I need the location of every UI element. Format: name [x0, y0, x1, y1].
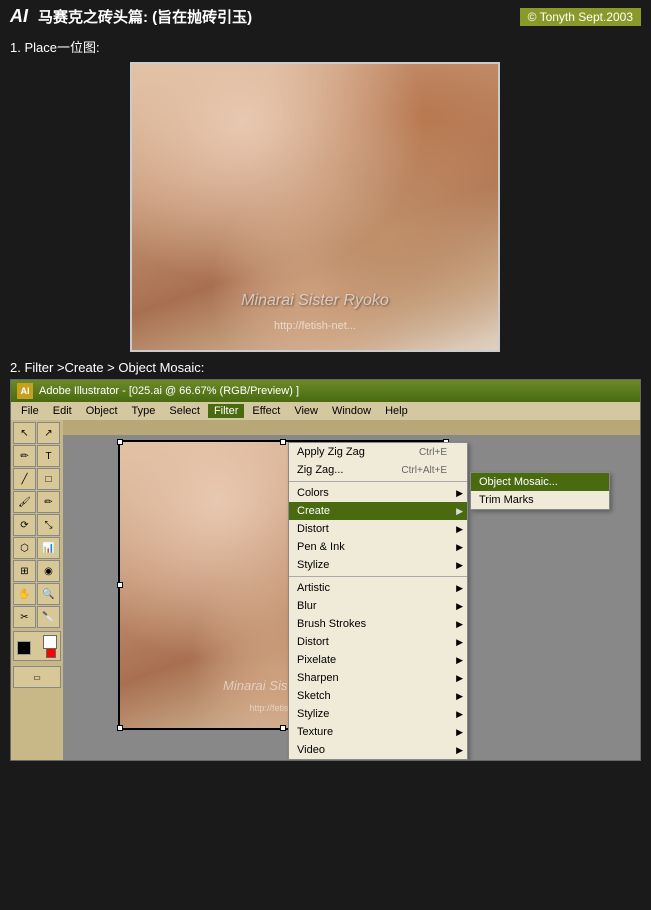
tool-select[interactable]: ↖	[13, 422, 36, 444]
menu-window[interactable]: Window	[326, 404, 377, 418]
create-submenu[interactable]: Object Mosaic... Trim Marks	[470, 472, 610, 510]
tool-line[interactable]: ╱	[13, 468, 36, 490]
ai-menubar: File Edit Object Type Select Filter Effe…	[11, 402, 640, 420]
photo-watermark: Minarai Sister Ryoko	[241, 292, 389, 310]
submenu-object-mosaic[interactable]: Object Mosaic...	[471, 473, 609, 491]
menu-video[interactable]: Video ▶	[289, 741, 467, 759]
menu-select[interactable]: Select	[163, 404, 206, 418]
tool-hand[interactable]: ✋	[13, 583, 36, 605]
ai-canvas-area: Minarai Sister Ryoko http://fetish-net..…	[63, 420, 640, 760]
canvas-url: http://fetish-net...	[249, 703, 316, 713]
page-title: 马赛克之砖头篇: (旨在抛砖引玉)	[38, 6, 252, 27]
ai-workspace: ↖ ↗ ✏ T ╱ □ 🖌 ✏ ⟳ ⤡ ⬡ 📊	[11, 420, 640, 760]
toolbar-row-6: ⬡ 📊	[13, 537, 61, 559]
toolbar-row-4: 🖌 ✏	[13, 491, 61, 513]
menu-filter[interactable]: Filter	[208, 404, 244, 418]
ai-canvas: Minarai Sister Ryoko http://fetish-net..…	[118, 440, 448, 730]
indicator-red	[46, 648, 56, 658]
toolbar-color-box[interactable]	[13, 631, 61, 661]
tool-direct-select[interactable]: ↗	[37, 422, 60, 444]
toolbar-row-5: ⟳ ⤡	[13, 514, 61, 536]
fill-color-white[interactable]	[43, 635, 57, 649]
ai-toolbar: ↖ ↗ ✏ T ╱ □ 🖌 ✏ ⟳ ⤡ ⬡ 📊	[11, 420, 63, 760]
toolbar-row-2: ✏ T	[13, 445, 61, 467]
toolbar-row-bottom: ▭	[13, 666, 61, 688]
tool-pencil[interactable]: ✏	[37, 491, 60, 513]
photo-url: http://fetish-net...	[274, 320, 356, 332]
tool-scale[interactable]: ⤡	[37, 514, 60, 536]
handle-bl[interactable]	[117, 725, 123, 731]
tool-rect[interactable]: □	[37, 468, 60, 490]
ai-titlebar: AI Adobe Illustrator - [025.ai @ 66.67% …	[11, 380, 640, 402]
submenu-trim-marks[interactable]: Trim Marks	[471, 491, 609, 509]
tool-eyedrop[interactable]: ◉	[37, 560, 60, 582]
toolbar-row-8: ✋ 🔍	[13, 583, 61, 605]
toolbar-row-7: ⊞ ◉	[13, 560, 61, 582]
toolbar-row-1: ↖ ↗	[13, 422, 61, 444]
tool-knife[interactable]: 🔪	[37, 606, 60, 628]
tool-brush[interactable]: 🖌	[13, 491, 36, 513]
step2-label: 2. Filter >Create > Object Mosaic:	[0, 352, 651, 379]
canvas-watermark: Minarai Sister Ryoko	[223, 678, 343, 693]
tool-chart[interactable]: 📊	[37, 537, 60, 559]
toolbar-row-3: ╱ □	[13, 468, 61, 490]
app-label: AI	[10, 6, 28, 27]
stroke-color-black[interactable]	[17, 641, 31, 655]
handle-tc[interactable]	[280, 439, 286, 445]
ai-app-icon: AI	[17, 383, 33, 399]
horizontal-ruler	[63, 420, 640, 435]
tool-pen[interactable]: ✏	[13, 445, 36, 467]
copyright-badge: © Tonyth Sept.2003	[520, 8, 641, 26]
handle-mr[interactable]	[443, 582, 449, 588]
menu-type[interactable]: Type	[126, 404, 162, 418]
ai-window: AI Adobe Illustrator - [025.ai @ 66.67% …	[10, 379, 641, 761]
source-photo-container: Minarai Sister Ryoko http://fetish-net..…	[130, 62, 500, 352]
menu-view[interactable]: View	[288, 404, 324, 418]
handle-bc[interactable]	[280, 725, 286, 731]
canvas-image: Minarai Sister Ryoko http://fetish-net..…	[120, 442, 446, 728]
toolbar-row-9: ✂ 🔪	[13, 606, 61, 628]
menu-file[interactable]: File	[15, 404, 45, 418]
menu-effect[interactable]: Effect	[246, 404, 286, 418]
handle-br[interactable]	[443, 725, 449, 731]
tool-measure[interactable]: ⊞	[13, 560, 36, 582]
tool-type[interactable]: T	[37, 445, 60, 467]
handle-ml[interactable]	[117, 582, 123, 588]
menu-object[interactable]: Object	[80, 404, 124, 418]
tool-rotate[interactable]: ⟳	[13, 514, 36, 536]
handle-tr[interactable]	[443, 439, 449, 445]
step1-label: 1. Place一位图:	[0, 33, 651, 62]
tool-zoom[interactable]: 🔍	[37, 583, 60, 605]
handle-tl[interactable]	[117, 439, 123, 445]
tool-scissor[interactable]: ✂	[13, 606, 36, 628]
mode-normal[interactable]: ▭	[13, 666, 61, 688]
page-header: AI 马赛克之砖头篇: (旨在抛砖引玉) © Tonyth Sept.2003	[0, 0, 651, 33]
ai-titlebar-text: Adobe Illustrator - [025.ai @ 66.67% (RG…	[39, 385, 299, 397]
menu-edit[interactable]: Edit	[47, 404, 78, 418]
tool-blend[interactable]: ⬡	[13, 537, 36, 559]
menu-help[interactable]: Help	[379, 404, 414, 418]
source-photo: Minarai Sister Ryoko http://fetish-net..…	[130, 62, 500, 352]
